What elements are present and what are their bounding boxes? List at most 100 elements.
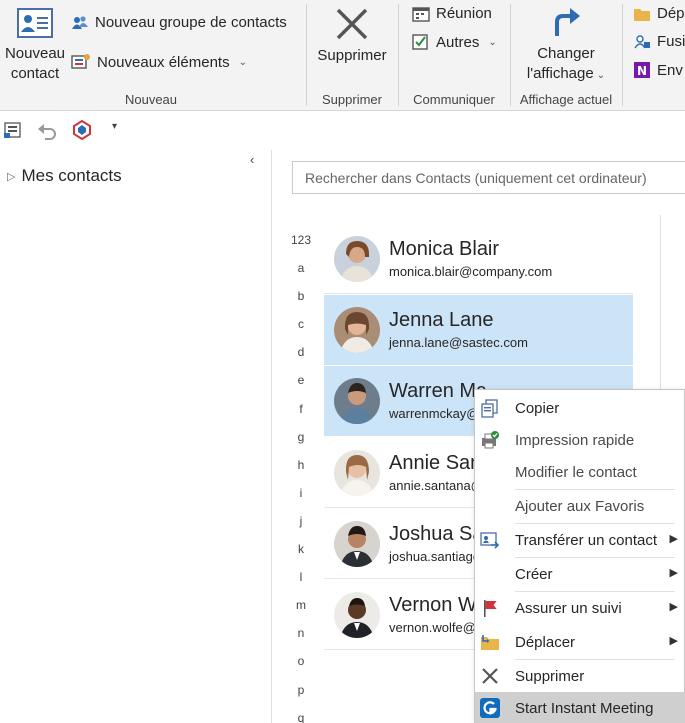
alphabet-index: 123 a b c d e f g h i j k l m n o p q: [286, 228, 316, 723]
index-letter[interactable]: e: [286, 368, 316, 396]
delete-x-icon: [482, 668, 498, 684]
customize-qat-icon[interactable]: ▾: [112, 121, 117, 132]
menu-item-add-favorites[interactable]: Ajouter aux Favoris: [475, 490, 685, 522]
index-letter[interactable]: a: [286, 256, 316, 284]
index-letter[interactable]: h: [286, 453, 316, 481]
index-letter[interactable]: k: [286, 537, 316, 565]
ribbon-separator: [306, 4, 307, 106]
menu-item-edit-contact-label: Modifier le contact: [515, 464, 637, 481]
index-letter[interactable]: f: [286, 397, 316, 425]
group-label-view: Affichage actuel: [519, 92, 613, 107]
index-letter[interactable]: n: [286, 621, 316, 649]
new-contact-button[interactable]: Nouveau contact: [2, 8, 68, 84]
menu-item-edit-contact[interactable]: Modifier le contact: [475, 456, 685, 488]
copy-icon: [481, 399, 498, 418]
new-contact-group-label: Nouveau groupe de contacts: [95, 14, 287, 31]
sync-icon[interactable]: [72, 120, 92, 140]
group-label-delete: Supprimer: [322, 92, 382, 107]
menu-item-delete[interactable]: Supprimer: [475, 660, 685, 692]
index-letter[interactable]: b: [286, 284, 316, 312]
expand-triangle-icon[interactable]: ▷: [7, 170, 15, 183]
contact-card[interactable]: Jenna Lane jenna.lane@sastec.com: [324, 295, 633, 365]
submenu-arrow-icon: ▶: [669, 635, 678, 647]
avatar: [334, 592, 380, 638]
send-onenote-button[interactable]: N Env: [633, 61, 683, 79]
contact-card[interactable]: Monica Blair monica.blair@company.com: [324, 224, 633, 294]
menu-item-copy[interactable]: Copier: [475, 392, 685, 424]
folder-icon: [634, 8, 650, 21]
menu-item-forward-contact-label: Transférer un contact: [515, 532, 658, 549]
chevron-down-icon: ⌄: [238, 56, 247, 68]
index-letter[interactable]: c: [286, 312, 316, 340]
contact-email: warrenmckay@: [389, 406, 480, 421]
menu-item-start-instant-meeting-label: Start Instant Meeting: [515, 700, 654, 717]
index-letter[interactable]: g: [286, 425, 316, 453]
change-view-label-2-row: l'affichage ⌄: [516, 64, 616, 86]
index-letter[interactable]: m: [286, 593, 316, 621]
svg-text:N: N: [637, 64, 647, 78]
index-letter[interactable]: p: [286, 678, 316, 706]
avatar: [334, 521, 380, 567]
checklist-icon: [412, 34, 428, 50]
index-letter[interactable]: i: [286, 481, 316, 509]
menu-item-quick-print[interactable]: Impression rapide: [475, 424, 685, 456]
index-letter[interactable]: j: [286, 509, 316, 537]
change-view-button[interactable]: Changer l'affichage ⌄: [516, 6, 616, 86]
contact-name: Monica Blair: [389, 238, 500, 260]
menu-item-create[interactable]: Créer ▶: [475, 558, 685, 590]
new-items-button[interactable]: Nouveaux éléments ⌄: [71, 53, 247, 71]
new-contact-group-button[interactable]: Nouveau groupe de contacts: [71, 14, 287, 31]
index-letter[interactable]: q: [286, 706, 316, 723]
menu-item-start-instant-meeting[interactable]: Start Instant Meeting: [475, 692, 685, 723]
submenu-arrow-icon: ▶: [669, 567, 678, 579]
move-to-button[interactable]: Dép: [633, 5, 685, 22]
contact-name: Vernon W: [389, 594, 477, 616]
contact-email: annie.santana@: [389, 478, 484, 493]
printer-icon: [482, 431, 499, 449]
menu-item-move[interactable]: Déplacer ▶: [475, 626, 685, 658]
collapse-pane-icon[interactable]: ‹: [250, 152, 254, 167]
ribbon-separator: [510, 4, 511, 106]
people-icon: [72, 15, 88, 29]
folder-my-contacts-label: Mes contacts: [21, 166, 122, 185]
undo-icon[interactable]: [37, 122, 57, 140]
merge-button[interactable]: Fusi: [633, 33, 685, 50]
forward-contact-icon: [480, 532, 500, 549]
menu-item-follow-up[interactable]: Assurer un suivi ▶: [475, 592, 685, 624]
merge-label: Fusi: [657, 33, 685, 50]
menu-item-forward-contact[interactable]: Transférer un contact ▶: [475, 524, 685, 556]
folder-my-contacts[interactable]: ▷ Mes contacts: [7, 166, 122, 186]
change-view-arrow-icon: [555, 8, 580, 36]
group-label-communicate: Communiquer: [413, 92, 495, 107]
contact-name: Joshua Sa: [389, 523, 484, 545]
quick-access-toolbar: ▾: [0, 112, 685, 150]
index-letter[interactable]: o: [286, 649, 316, 677]
contact-email: monica.blair@company.com: [389, 264, 553, 279]
send-onenote-label: Env: [657, 61, 683, 79]
contact-name: Annie San: [389, 452, 482, 474]
index-letter[interactable]: d: [286, 340, 316, 368]
ribbon: Nouveau contact Nouveau groupe de contac…: [0, 0, 685, 111]
contact-email: joshua.santiago: [389, 549, 481, 564]
submenu-arrow-icon: ▶: [669, 533, 678, 545]
avatar: [334, 378, 380, 424]
search-input[interactable]: Rechercher dans Contacts (uniquement cet…: [292, 161, 685, 194]
menu-item-delete-label: Supprimer: [515, 668, 585, 685]
others-button[interactable]: Autres ⌄: [412, 33, 497, 51]
folder-pane: ▷ Mes contacts ‹: [0, 150, 272, 723]
onenote-icon: N: [634, 62, 650, 78]
print-layout-icon[interactable]: [3, 120, 23, 140]
menu-item-add-favorites-label: Ajouter aux Favoris: [515, 498, 645, 515]
search-placeholder: Rechercher dans Contacts (uniquement cet…: [305, 170, 647, 186]
index-letter[interactable]: l: [286, 565, 316, 593]
menu-item-follow-up-label: Assurer un suivi: [515, 600, 622, 617]
meeting-button[interactable]: Réunion: [412, 5, 492, 22]
avatar: [334, 236, 380, 282]
index-letter[interactable]: 123: [286, 228, 316, 256]
menu-item-create-label: Créer: [515, 566, 553, 583]
contact-email: jenna.lane@sastec.com: [389, 335, 528, 350]
delete-button[interactable]: Supprimer: [312, 6, 392, 66]
contact-name: Jenna Lane: [389, 309, 494, 331]
context-menu: Copier Impression rapide Modifier le con…: [474, 389, 685, 723]
new-contact-label-2: contact: [10, 65, 60, 82]
